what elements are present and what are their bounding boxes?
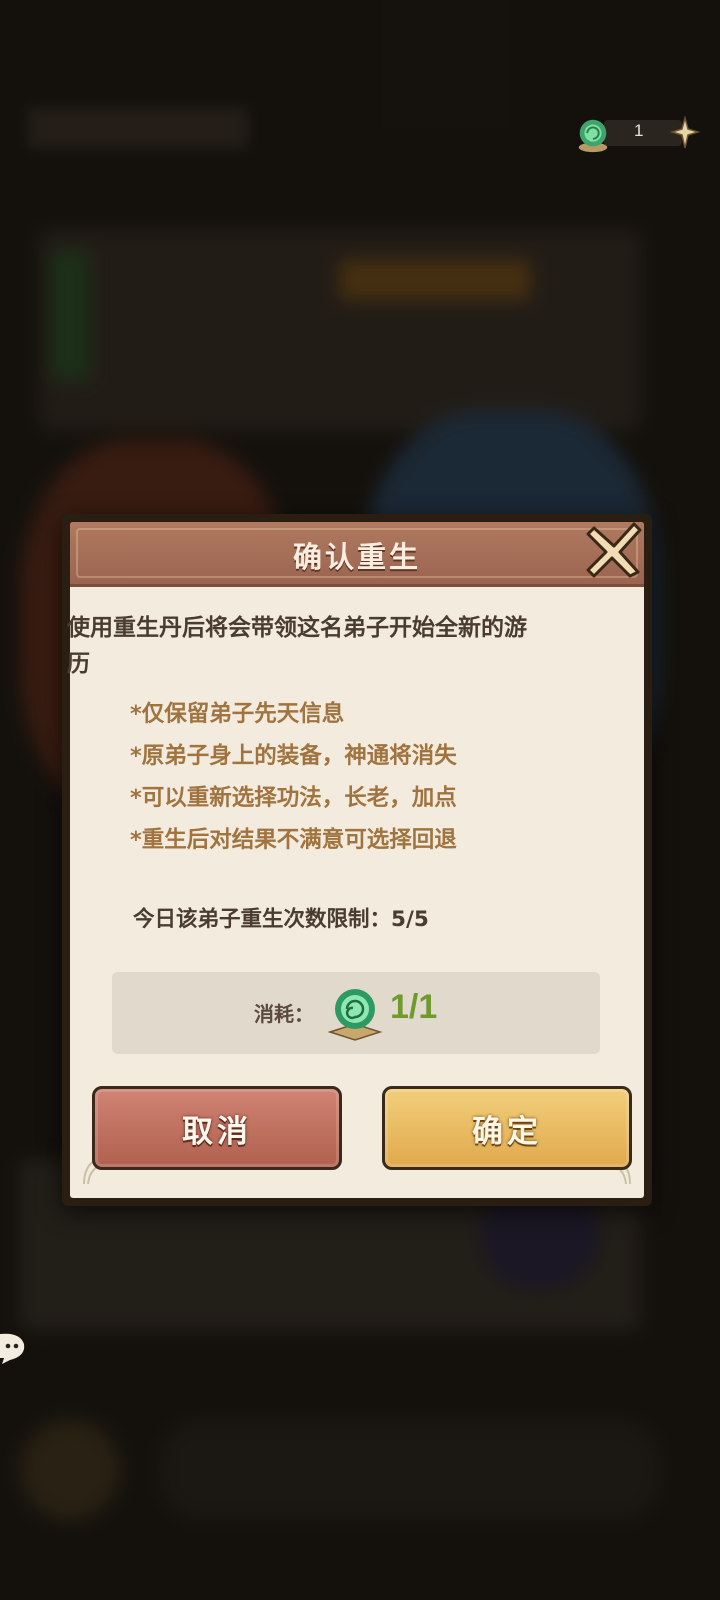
currency-indicator[interactable]: 1 bbox=[574, 116, 700, 153]
bullet-item: *仅保留弟子先天信息 bbox=[130, 701, 345, 727]
dialog-title: 确认重生 bbox=[292, 540, 421, 574]
cost-value: 1/1 bbox=[390, 988, 438, 1026]
cost-panel: 消耗： 1/1 bbox=[112, 972, 600, 1054]
rebirth-limit-text: 今日该弟子重生次数限制：5/5 bbox=[133, 907, 429, 932]
bullet-item: *可以重新选择功法，长老，加点 bbox=[130, 785, 457, 811]
dialog-header: 确认重生 bbox=[70, 522, 644, 587]
plus-icon[interactable] bbox=[670, 116, 700, 150]
bullet-item: *原弟子身上的装备，神通将消失 bbox=[130, 743, 457, 769]
dialog-description: 使用重生丹后将会带领这名弟子开始全新的游历 bbox=[67, 615, 527, 677]
rebirth-pill-icon bbox=[327, 989, 383, 1041]
rebirth-pill-icon bbox=[578, 119, 608, 153]
currency-count: 1 bbox=[634, 121, 644, 140]
chat-icon[interactable] bbox=[0, 1330, 26, 1366]
cancel-button-label: 取消 bbox=[182, 1113, 252, 1150]
confirm-button[interactable]: 确定 bbox=[382, 1086, 632, 1170]
cost-label: 消耗： bbox=[254, 1002, 314, 1026]
close-icon[interactable] bbox=[584, 520, 644, 580]
bullet-item: *重生后对结果不满意可选择回退 bbox=[130, 827, 457, 853]
confirm-button-label: 确定 bbox=[472, 1113, 542, 1150]
cancel-button[interactable]: 取消 bbox=[92, 1086, 342, 1170]
